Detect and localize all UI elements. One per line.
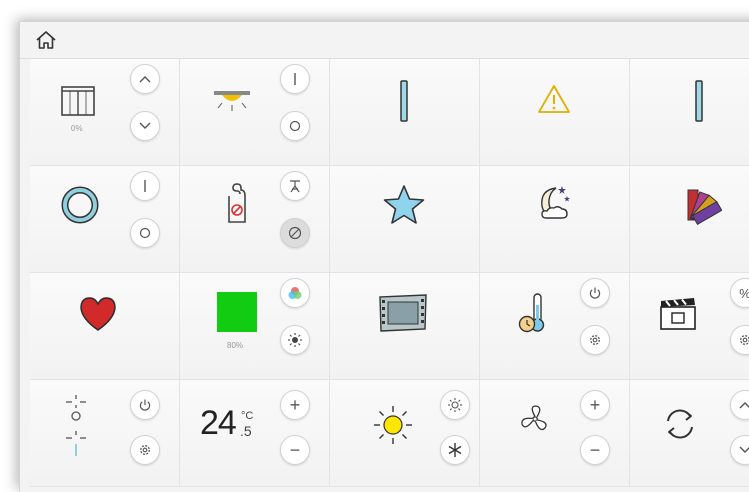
sun-icon [374,406,412,444]
minus-label: − [589,439,601,460]
cell-cycle[interactable] [630,380,749,487]
cell-ceiling-light[interactable] [180,59,330,166]
app-window: 0% 80% 24 °C .5 + − + − [20,22,749,492]
plus-label: + [589,394,601,415]
light-off-button[interactable] [280,111,310,141]
cell-favourite[interactable] [330,166,480,273]
minus-label: − [289,439,301,460]
temperature-value: 24 [200,404,237,442]
cleaning-icon [290,180,300,193]
cycle-down-button[interactable] [730,435,749,465]
on-icon [294,73,296,85]
fan-minus-button[interactable]: − [580,435,610,465]
on-icon [144,180,146,192]
power-icon [139,399,151,411]
power-icon [589,287,601,299]
gear-icon [590,335,600,345]
temperature-unit: °C [241,410,254,422]
chevron-up-icon [739,402,749,409]
chevron-up-icon [139,76,151,83]
brightness-button[interactable] [280,325,310,355]
ring-off-button[interactable] [130,218,160,248]
cell-night[interactable] [480,166,630,273]
blind-down-button[interactable] [130,111,160,141]
thermometer-clock-icon [518,293,545,333]
thermo-settings-button[interactable] [580,325,610,355]
ceiling-light-icon [214,91,250,111]
do-not-disturb-icon [228,183,246,223]
rgb-icon [288,287,302,299]
chevron-down-icon [739,446,749,453]
scene-percent-button[interactable]: % [730,278,749,308]
cell-colors[interactable] [630,166,749,273]
cell-dimmer[interactable] [30,380,180,487]
clapperboard-icon [660,298,696,330]
color-palette-icon [687,189,722,226]
home-icon[interactable] [34,29,58,51]
cell-thermo-timer[interactable] [480,273,630,380]
brightness-icon [288,333,302,347]
dnd-button[interactable] [280,218,310,248]
gear-icon [740,335,749,345]
cell-scene[interactable]: % [630,273,749,380]
dimmer-icon [66,395,86,456]
color-square-icon [217,292,257,332]
cell-door-hanger[interactable] [180,166,330,273]
cell-ring[interactable] [30,166,180,273]
cell-blind[interactable]: 0% [30,59,180,166]
warning-icon [538,85,570,113]
cell-alarm[interactable] [480,59,630,166]
snowflake-icon [448,443,462,457]
cool-mode-button[interactable] [440,435,470,465]
cell-indicator-a[interactable] [330,59,480,166]
blind-icon [61,86,95,116]
off-icon [289,120,301,132]
rgb-button[interactable] [280,278,310,308]
dimmer-power-button[interactable] [130,390,160,420]
blind-up-button[interactable] [130,64,160,94]
bar-indicator-icon [695,80,703,122]
blind-level: 0% [71,124,83,133]
top-bar [20,22,749,59]
star-icon [383,185,425,224]
refresh-icon [667,409,693,439]
cell-rgb-light[interactable]: 80% [180,273,330,380]
heat-mode-button[interactable] [440,390,470,420]
cell-climate[interactable] [330,380,480,487]
temperature-decimal: .5 [240,423,252,439]
cleaning-button[interactable] [280,171,310,201]
sun-small-icon [448,398,462,412]
temp-minus-button[interactable]: − [280,435,310,465]
cell-fan[interactable]: + − [480,380,630,487]
temp-plus-button[interactable]: + [280,390,310,420]
cell-film[interactable] [330,273,480,380]
bar-indicator-icon [400,80,408,122]
light-on-button[interactable] [280,64,310,94]
off-icon [139,227,151,239]
cell-heart[interactable] [30,273,180,380]
fan-icon [521,405,547,431]
chevron-down-icon [139,122,151,129]
cell-thermostat[interactable]: 24 °C .5 + − [180,380,330,487]
scene-settings-button[interactable] [730,325,749,355]
gear-icon [140,445,150,455]
plus-label: + [289,394,301,415]
dimmer-settings-button[interactable] [130,435,160,465]
fan-plus-button[interactable]: + [580,390,610,420]
thermo-power-button[interactable] [580,278,610,308]
no-entry-icon [288,226,302,240]
heart-icon [80,297,116,331]
percent-label: % [739,286,749,301]
cycle-up-button[interactable] [730,390,749,420]
night-icon [541,186,570,219]
rgb-level: 80% [227,341,244,350]
cell-indicator-b[interactable] [630,59,749,166]
film-strip-icon [379,294,427,332]
control-grid: 0% 80% 24 °C .5 + − + − [30,59,749,492]
ring-on-button[interactable] [130,171,160,201]
ring-icon [61,186,99,224]
